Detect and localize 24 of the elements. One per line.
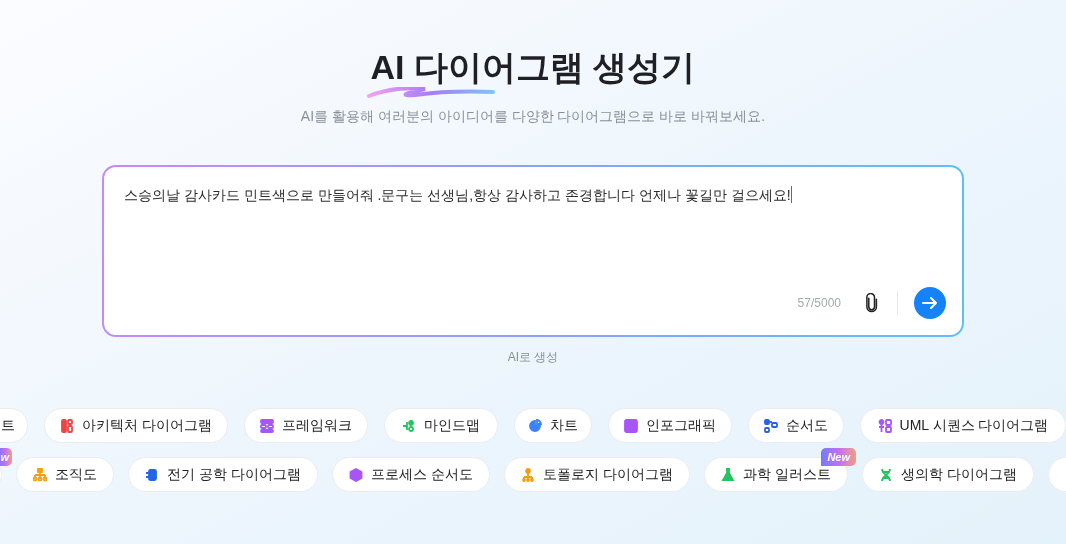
category-chip[interactable]: 조직도 (16, 457, 114, 492)
arrow-right-icon (922, 296, 938, 310)
category-chip[interactable]: 프레임워크 (244, 408, 368, 443)
category-chip[interactable]: 차트 (514, 408, 592, 443)
caption: AI로 생성 (507, 349, 559, 366)
new-badge: New (821, 448, 856, 466)
page-title: AI 다이어그램 생성기 (370, 48, 696, 86)
category-chip[interactable]: 아키텍처 다이어그램 (44, 408, 228, 443)
category-chip[interactable]: 생의학 다이어그램 (862, 457, 1034, 492)
category-chip[interactable]: 토폴로지 다이어그램 (504, 457, 690, 492)
category-chip[interactable]: 순서도 (748, 408, 844, 443)
category-chip[interactable]: 마인드맵 (384, 408, 498, 443)
category-chip[interactable]: 트 (0, 408, 28, 443)
new-badge: w (0, 448, 12, 466)
category-chip[interactable]: 전기 공학 다이어그램 (128, 457, 318, 492)
category-chip[interactable]: 프로세스 순서도 (332, 457, 490, 492)
prompt-text: 스승의날 감사카드 민트색으로 만들어줘 .문구는 선생님,항상 감사하고 존경합니다 언제나 꽃길만 걸으세요! (124, 187, 791, 203)
paperclip-icon (865, 293, 879, 313)
send-button[interactable] (914, 287, 946, 319)
category-chip[interactable]: UML 시퀀스 다이어그램 (860, 408, 1066, 443)
prompt-field[interactable]: 스승의날 감사카드 민트색으로 만들어줘 .문구는 선생님,항상 감사하고 존경합니다 언제나 꽃길만 걸으세요! 57/5000 (102, 165, 964, 337)
character-counter: 57/5000 (797, 295, 841, 312)
subtitle: AI를 활용해 여러분의 아이디어를 다양한 다이어그램으로 바로 바꿔보세요. (300, 107, 766, 126)
category-chip[interactable]: 인포그래픽 (608, 408, 732, 443)
